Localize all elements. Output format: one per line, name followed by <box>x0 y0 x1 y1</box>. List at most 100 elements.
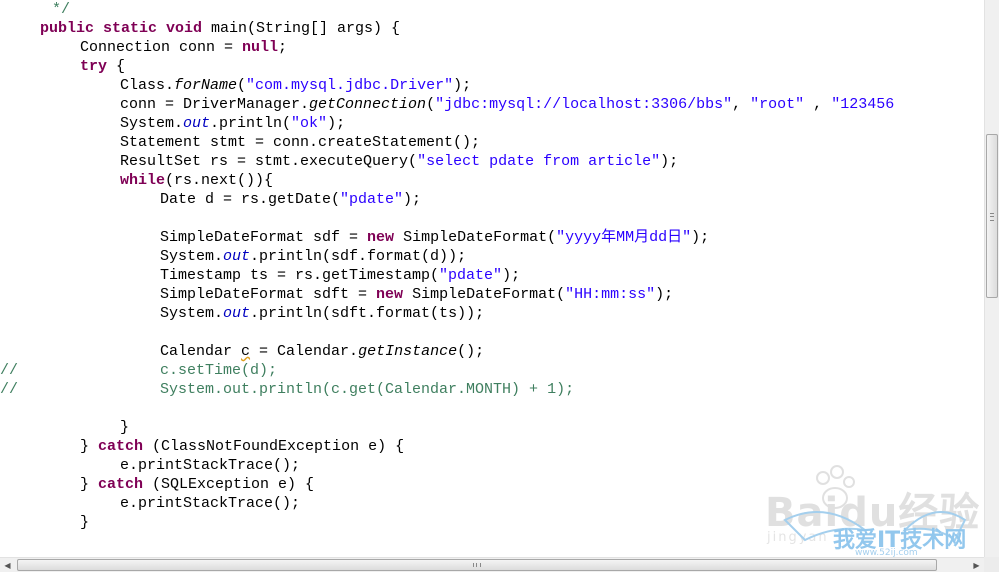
code-text: ; <box>278 39 288 56</box>
code-line-resultset: ResultSet rs = stmt.executeQuery("select… <box>120 152 678 171</box>
horizontal-scroll-thumb[interactable] <box>17 559 937 571</box>
horizontal-scrollbar[interactable]: ◀ ▶ <box>0 557 984 572</box>
scroll-right-icon[interactable]: ▶ <box>969 558 984 572</box>
string-literal: "pdate" <box>340 191 404 208</box>
code-text: System. <box>160 248 224 265</box>
keyword: new <box>376 286 404 303</box>
code-text: ); <box>403 191 422 208</box>
keyword: catch <box>98 476 144 493</box>
code-line-while: while(rs.next()){ <box>120 171 273 190</box>
code-line-statement: Statement stmt = conn.createStatement(); <box>120 134 481 151</box>
code-line-println-sdft: System.out.println(sdft.format(ts)); <box>160 304 484 323</box>
code-text: ( <box>237 77 247 94</box>
code-text: SimpleDateFormat sdf = <box>160 229 368 246</box>
keyword: new <box>367 229 395 246</box>
code-text: SimpleDateFormat( <box>403 286 566 303</box>
code-line-close-try: } <box>80 514 90 531</box>
code-line-class-forname: Class.forName("com.mysql.jdbc.Driver"); <box>120 76 471 95</box>
code-text: ); <box>691 229 710 246</box>
code-text: { <box>107 58 126 75</box>
code-text: Class. <box>120 77 175 94</box>
code-text: } <box>80 438 99 455</box>
code-text: Date d = rs.getDate( <box>160 191 341 208</box>
code-line-close-while: } <box>120 419 130 436</box>
vertical-scrollbar[interactable] <box>984 0 999 557</box>
code-line-try: try { <box>80 57 125 76</box>
code-line-main-signature: public static void main(String[] args) { <box>40 19 400 38</box>
string-literal: "root" <box>750 96 805 113</box>
code-text: ); <box>327 115 346 132</box>
string-literal: "123456 <box>831 96 895 113</box>
code-line-sdft: SimpleDateFormat sdft = new SimpleDateFo… <box>160 285 673 304</box>
scrollbar-corner <box>984 557 999 572</box>
code-text: , <box>804 96 832 113</box>
comment-marker: // <box>0 362 19 379</box>
static-field: out <box>223 305 251 322</box>
code-line-println-ok: System.out.println("ok"); <box>120 114 345 133</box>
static-field: out <box>223 248 251 265</box>
code-editor[interactable]: */ public static void main(String[] args… <box>0 0 984 557</box>
scroll-left-icon[interactable]: ◀ <box>0 558 15 572</box>
keyword: while <box>120 172 166 189</box>
keyword: catch <box>98 438 144 455</box>
code-text: ); <box>655 286 674 303</box>
code-text: = Calendar. <box>250 343 359 360</box>
code-line-connection: Connection conn = null; <box>80 38 287 57</box>
string-literal: "yyyy年MM月dd日" <box>556 229 692 246</box>
static-method: getConnection <box>309 96 427 113</box>
grip-icon <box>990 213 994 221</box>
code-line-sdf: SimpleDateFormat sdf = new SimpleDateFor… <box>160 228 709 247</box>
comment-marker: // <box>0 381 19 398</box>
code-text: (SQLException e) { <box>143 476 315 493</box>
static-field: out <box>183 115 211 132</box>
string-literal: "com.mysql.jdbc.Driver" <box>246 77 454 94</box>
keyword: try <box>80 58 108 75</box>
code-text: .println( <box>210 115 292 132</box>
code-text: System. <box>160 305 224 322</box>
code-text: System. <box>120 115 184 132</box>
code-text: Connection conn = <box>80 39 243 56</box>
code-line-calendar: Calendar c = Calendar.getInstance(); <box>160 342 484 361</box>
code-line-get-date: Date d = rs.getDate("pdate"); <box>160 190 421 209</box>
static-method: forName <box>174 77 238 94</box>
string-literal: "ok" <box>291 115 328 132</box>
code-text: ResultSet rs = stmt.executeQuery( <box>120 153 418 170</box>
code-line-commented-settime: c.setTime(d); <box>160 362 278 379</box>
static-method: getInstance <box>358 343 458 360</box>
code-text: (rs.next()){ <box>165 172 274 189</box>
code-text: SimpleDateFormat sdft = <box>160 286 377 303</box>
code-text: (ClassNotFoundException e) { <box>143 438 405 455</box>
string-literal: "select pdate from article" <box>417 153 661 170</box>
code-text: ( <box>426 96 436 113</box>
code-text: ); <box>502 267 521 284</box>
code-line-println-sdf: System.out.println(sdf.format(d)); <box>160 247 466 266</box>
grip-icon <box>473 563 481 567</box>
code-line-timestamp: Timestamp ts = rs.getTimestamp("pdate"); <box>160 266 520 285</box>
code-line-print-stack-1: e.printStackTrace(); <box>120 457 301 474</box>
code-line-print-stack-2: e.printStackTrace(); <box>120 495 301 512</box>
code-text: conn = DriverManager. <box>120 96 310 113</box>
code-text: } <box>80 476 99 493</box>
code-text: , <box>732 96 751 113</box>
string-literal: "jdbc:mysql://localhost:3306/bbs" <box>435 96 733 113</box>
string-literal: "pdate" <box>439 267 503 284</box>
code-text: main(String[] args) { <box>202 20 401 37</box>
code-line-commented-println: System.out.println(c.get(Calendar.MONTH)… <box>160 381 575 398</box>
code-line-get-connection: conn = DriverManager.getConnection("jdbc… <box>120 95 894 114</box>
code-text: .println(sdft.format(ts)); <box>250 305 485 322</box>
code-text: ); <box>453 77 472 94</box>
code-text: ); <box>660 153 679 170</box>
code-text: SimpleDateFormat( <box>394 229 557 246</box>
code-text: Calendar <box>160 343 242 360</box>
comment-end: */ <box>52 1 71 18</box>
string-literal: "HH:mm:ss" <box>565 286 656 303</box>
keyword: null <box>242 39 279 56</box>
code-text: .println(sdf.format(d)); <box>250 248 467 265</box>
code-line-catch-sql: } catch (SQLException e) { <box>80 475 314 494</box>
code-text: (); <box>457 343 485 360</box>
warning-variable: c <box>241 343 251 360</box>
code-text: Timestamp ts = rs.getTimestamp( <box>160 267 440 284</box>
code-line-catch-cnfe: } catch (ClassNotFoundException e) { <box>80 437 404 456</box>
vertical-scroll-thumb[interactable] <box>986 134 998 298</box>
keyword: public static void <box>40 20 203 37</box>
